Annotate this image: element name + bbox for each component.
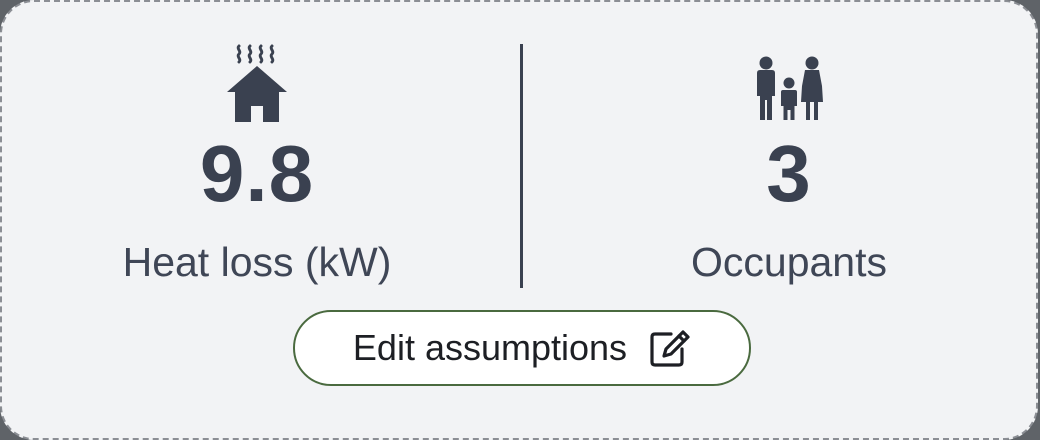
divider: [520, 44, 523, 288]
occupants-label: Occupants: [691, 239, 887, 285]
heat-loss-value: 9.8: [199, 129, 315, 218]
heat-loss-label: Heat loss (kW): [122, 239, 392, 285]
family-icon: [619, 42, 959, 122]
edit-assumptions-button[interactable]: Edit assumptions: [293, 310, 751, 386]
occupants-stat: 3 Occupants: [619, 42, 959, 283]
house-heat-icon: [87, 42, 427, 122]
heat-loss-stat: 9.8 Heat loss (kW): [87, 42, 427, 283]
edit-assumptions-label: Edit assumptions: [352, 327, 628, 368]
edit-icon: [649, 329, 691, 367]
occupants-value: 3: [766, 129, 812, 218]
summary-card: 9.8 Heat loss (kW) 3 Occupants Edit assu…: [0, 0, 1038, 440]
